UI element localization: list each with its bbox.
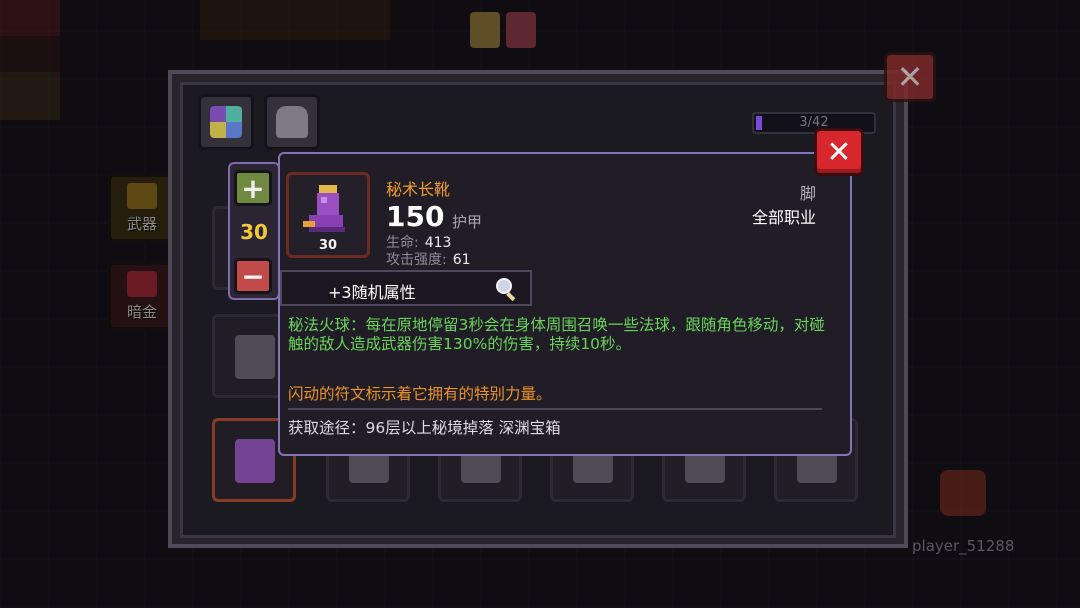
close-tooltip-button[interactable]: ✕ <box>814 128 864 176</box>
item-source: 获取途径：96层以上秘境掉落 深渊宝箱 <box>288 419 561 437</box>
close-icon: ✕ <box>826 134 852 170</box>
item-count: 30 <box>318 238 338 253</box>
item-sprite <box>235 335 275 379</box>
random-attributes-button[interactable]: +3随机属性 <box>280 270 532 306</box>
stat-attack-power: 攻击强度: 61 <box>386 249 471 269</box>
grid-icon <box>210 106 242 138</box>
close-panel-button[interactable]: ✕ <box>884 52 936 102</box>
minus-icon: − <box>241 259 265 293</box>
boots-icon <box>235 439 275 483</box>
stat-value: 61 <box>452 252 471 268</box>
item-name: 秘术长靴 <box>386 180 451 199</box>
armor-value: 150 <box>386 200 445 233</box>
class-restriction: 全部职业 <box>751 208 816 227</box>
boots-icon <box>303 185 345 232</box>
decrease-quantity-button[interactable]: − <box>234 258 272 294</box>
item-effect-description: 秘法火球：每在原地停留3秒会在身体周围召唤一些法球，跟随角色移动，对碰触的敌人造… <box>288 316 825 353</box>
item-flavor-text: 闪动的符文标示着它拥有的特别力量。 <box>288 385 552 403</box>
capacity-bar <box>756 116 762 130</box>
helmet-icon <box>276 106 308 138</box>
stat-label: 攻击强度: <box>386 252 447 268</box>
quantity-value: 30 <box>240 220 268 244</box>
equip-slot-type: 脚 <box>799 184 816 203</box>
tab-all[interactable] <box>198 94 254 150</box>
plus-icon: + <box>241 171 265 205</box>
item-portrait: 30 <box>286 172 370 258</box>
random-attributes-label: +3随机属性 <box>328 283 416 302</box>
armor-label: 护甲 <box>452 213 483 231</box>
close-icon: ✕ <box>896 58 924 96</box>
divider <box>288 408 822 410</box>
magnifier-icon <box>496 278 516 302</box>
tab-armor[interactable] <box>264 94 320 150</box>
increase-quantity-button[interactable]: + <box>234 170 272 206</box>
